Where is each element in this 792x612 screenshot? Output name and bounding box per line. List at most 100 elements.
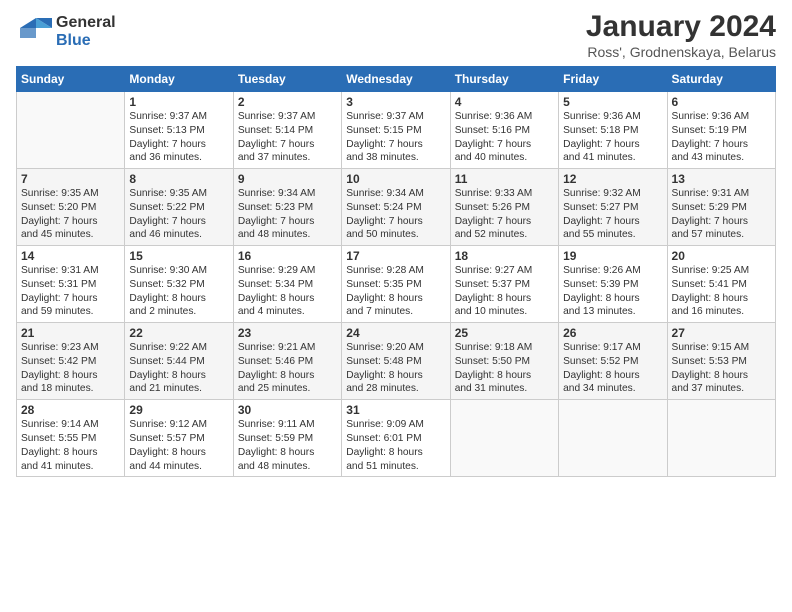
page: General Blue January 2024 Ross', Grodnen… <box>0 0 792 612</box>
calendar-cell: 29Sunrise: 9:12 AM Sunset: 5:57 PM Dayli… <box>125 400 233 477</box>
header: General Blue January 2024 Ross', Grodnen… <box>16 10 776 60</box>
calendar-week-row: 28Sunrise: 9:14 AM Sunset: 5:55 PM Dayli… <box>17 400 776 477</box>
calendar-cell: 14Sunrise: 9:31 AM Sunset: 5:31 PM Dayli… <box>17 246 125 323</box>
calendar-cell: 13Sunrise: 9:31 AM Sunset: 5:29 PM Dayli… <box>667 169 775 246</box>
calendar-cell: 20Sunrise: 9:25 AM Sunset: 5:41 PM Dayli… <box>667 246 775 323</box>
logo-icon <box>16 14 52 50</box>
day-info: Sunrise: 9:33 AM Sunset: 5:26 PM Dayligh… <box>455 187 554 242</box>
calendar-cell: 18Sunrise: 9:27 AM Sunset: 5:37 PM Dayli… <box>450 246 558 323</box>
day-number: 22 <box>129 326 228 340</box>
calendar-cell: 10Sunrise: 9:34 AM Sunset: 5:24 PM Dayli… <box>342 169 450 246</box>
calendar-cell: 3Sunrise: 9:37 AM Sunset: 5:15 PM Daylig… <box>342 92 450 169</box>
day-number: 28 <box>21 403 120 417</box>
day-info: Sunrise: 9:29 AM Sunset: 5:34 PM Dayligh… <box>238 264 337 319</box>
day-info: Sunrise: 9:23 AM Sunset: 5:42 PM Dayligh… <box>21 341 120 396</box>
day-info: Sunrise: 9:21 AM Sunset: 5:46 PM Dayligh… <box>238 341 337 396</box>
calendar-cell <box>450 400 558 477</box>
calendar-day-header: Saturday <box>667 67 775 92</box>
day-info: Sunrise: 9:35 AM Sunset: 5:20 PM Dayligh… <box>21 187 120 242</box>
day-number: 26 <box>563 326 662 340</box>
calendar-cell: 12Sunrise: 9:32 AM Sunset: 5:27 PM Dayli… <box>559 169 667 246</box>
day-info: Sunrise: 9:17 AM Sunset: 5:52 PM Dayligh… <box>563 341 662 396</box>
title-section: January 2024 Ross', Grodnenskaya, Belaru… <box>586 10 776 60</box>
day-info: Sunrise: 9:31 AM Sunset: 5:31 PM Dayligh… <box>21 264 120 319</box>
calendar-cell: 9Sunrise: 9:34 AM Sunset: 5:23 PM Daylig… <box>233 169 341 246</box>
day-number: 30 <box>238 403 337 417</box>
day-info: Sunrise: 9:09 AM Sunset: 6:01 PM Dayligh… <box>346 418 445 473</box>
day-info: Sunrise: 9:37 AM Sunset: 5:13 PM Dayligh… <box>129 110 228 165</box>
day-number: 11 <box>455 172 554 186</box>
calendar-cell: 28Sunrise: 9:14 AM Sunset: 5:55 PM Dayli… <box>17 400 125 477</box>
day-number: 13 <box>672 172 771 186</box>
calendar-cell: 30Sunrise: 9:11 AM Sunset: 5:59 PM Dayli… <box>233 400 341 477</box>
calendar-cell: 11Sunrise: 9:33 AM Sunset: 5:26 PM Dayli… <box>450 169 558 246</box>
day-info: Sunrise: 9:28 AM Sunset: 5:35 PM Dayligh… <box>346 264 445 319</box>
calendar-cell: 5Sunrise: 9:36 AM Sunset: 5:18 PM Daylig… <box>559 92 667 169</box>
day-number: 29 <box>129 403 228 417</box>
calendar-cell: 4Sunrise: 9:36 AM Sunset: 5:16 PM Daylig… <box>450 92 558 169</box>
day-info: Sunrise: 9:30 AM Sunset: 5:32 PM Dayligh… <box>129 264 228 319</box>
calendar-cell <box>559 400 667 477</box>
day-number: 19 <box>563 249 662 263</box>
calendar-week-row: 7Sunrise: 9:35 AM Sunset: 5:20 PM Daylig… <box>17 169 776 246</box>
day-info: Sunrise: 9:34 AM Sunset: 5:23 PM Dayligh… <box>238 187 337 242</box>
day-number: 17 <box>346 249 445 263</box>
day-number: 3 <box>346 95 445 109</box>
calendar-day-header: Monday <box>125 67 233 92</box>
day-info: Sunrise: 9:27 AM Sunset: 5:37 PM Dayligh… <box>455 264 554 319</box>
day-info: Sunrise: 9:31 AM Sunset: 5:29 PM Dayligh… <box>672 187 771 242</box>
calendar-cell: 26Sunrise: 9:17 AM Sunset: 5:52 PM Dayli… <box>559 323 667 400</box>
calendar-cell: 17Sunrise: 9:28 AM Sunset: 5:35 PM Dayli… <box>342 246 450 323</box>
day-info: Sunrise: 9:36 AM Sunset: 5:18 PM Dayligh… <box>563 110 662 165</box>
day-number: 4 <box>455 95 554 109</box>
day-info: Sunrise: 9:36 AM Sunset: 5:19 PM Dayligh… <box>672 110 771 165</box>
calendar-week-row: 1Sunrise: 9:37 AM Sunset: 5:13 PM Daylig… <box>17 92 776 169</box>
day-number: 15 <box>129 249 228 263</box>
calendar-day-header: Sunday <box>17 67 125 92</box>
calendar-week-row: 21Sunrise: 9:23 AM Sunset: 5:42 PM Dayli… <box>17 323 776 400</box>
calendar-cell: 6Sunrise: 9:36 AM Sunset: 5:19 PM Daylig… <box>667 92 775 169</box>
day-number: 10 <box>346 172 445 186</box>
day-number: 8 <box>129 172 228 186</box>
calendar-cell: 7Sunrise: 9:35 AM Sunset: 5:20 PM Daylig… <box>17 169 125 246</box>
day-info: Sunrise: 9:36 AM Sunset: 5:16 PM Dayligh… <box>455 110 554 165</box>
calendar-cell: 27Sunrise: 9:15 AM Sunset: 5:53 PM Dayli… <box>667 323 775 400</box>
calendar-week-row: 14Sunrise: 9:31 AM Sunset: 5:31 PM Dayli… <box>17 246 776 323</box>
day-number: 14 <box>21 249 120 263</box>
day-info: Sunrise: 9:34 AM Sunset: 5:24 PM Dayligh… <box>346 187 445 242</box>
day-number: 20 <box>672 249 771 263</box>
calendar-day-header: Wednesday <box>342 67 450 92</box>
calendar-day-header: Friday <box>559 67 667 92</box>
day-info: Sunrise: 9:18 AM Sunset: 5:50 PM Dayligh… <box>455 341 554 396</box>
calendar-day-header: Thursday <box>450 67 558 92</box>
day-number: 25 <box>455 326 554 340</box>
calendar-cell: 22Sunrise: 9:22 AM Sunset: 5:44 PM Dayli… <box>125 323 233 400</box>
day-number: 16 <box>238 249 337 263</box>
calendar-cell: 15Sunrise: 9:30 AM Sunset: 5:32 PM Dayli… <box>125 246 233 323</box>
subtitle: Ross', Grodnenskaya, Belarus <box>586 44 776 60</box>
calendar-cell <box>17 92 125 169</box>
calendar-header-row: SundayMondayTuesdayWednesdayThursdayFrid… <box>17 67 776 92</box>
calendar-cell: 8Sunrise: 9:35 AM Sunset: 5:22 PM Daylig… <box>125 169 233 246</box>
day-number: 5 <box>563 95 662 109</box>
day-info: Sunrise: 9:12 AM Sunset: 5:57 PM Dayligh… <box>129 418 228 473</box>
day-info: Sunrise: 9:32 AM Sunset: 5:27 PM Dayligh… <box>563 187 662 242</box>
day-info: Sunrise: 9:14 AM Sunset: 5:55 PM Dayligh… <box>21 418 120 473</box>
day-info: Sunrise: 9:37 AM Sunset: 5:15 PM Dayligh… <box>346 110 445 165</box>
day-number: 7 <box>21 172 120 186</box>
calendar-cell: 31Sunrise: 9:09 AM Sunset: 6:01 PM Dayli… <box>342 400 450 477</box>
calendar-cell: 16Sunrise: 9:29 AM Sunset: 5:34 PM Dayli… <box>233 246 341 323</box>
calendar-cell: 2Sunrise: 9:37 AM Sunset: 5:14 PM Daylig… <box>233 92 341 169</box>
day-info: Sunrise: 9:15 AM Sunset: 5:53 PM Dayligh… <box>672 341 771 396</box>
day-info: Sunrise: 9:35 AM Sunset: 5:22 PM Dayligh… <box>129 187 228 242</box>
calendar-cell: 1Sunrise: 9:37 AM Sunset: 5:13 PM Daylig… <box>125 92 233 169</box>
day-number: 21 <box>21 326 120 340</box>
day-number: 12 <box>563 172 662 186</box>
day-number: 1 <box>129 95 228 109</box>
day-info: Sunrise: 9:25 AM Sunset: 5:41 PM Dayligh… <box>672 264 771 319</box>
day-number: 9 <box>238 172 337 186</box>
main-title: January 2024 <box>586 10 776 44</box>
day-info: Sunrise: 9:22 AM Sunset: 5:44 PM Dayligh… <box>129 341 228 396</box>
calendar-cell: 23Sunrise: 9:21 AM Sunset: 5:46 PM Dayli… <box>233 323 341 400</box>
day-number: 6 <box>672 95 771 109</box>
